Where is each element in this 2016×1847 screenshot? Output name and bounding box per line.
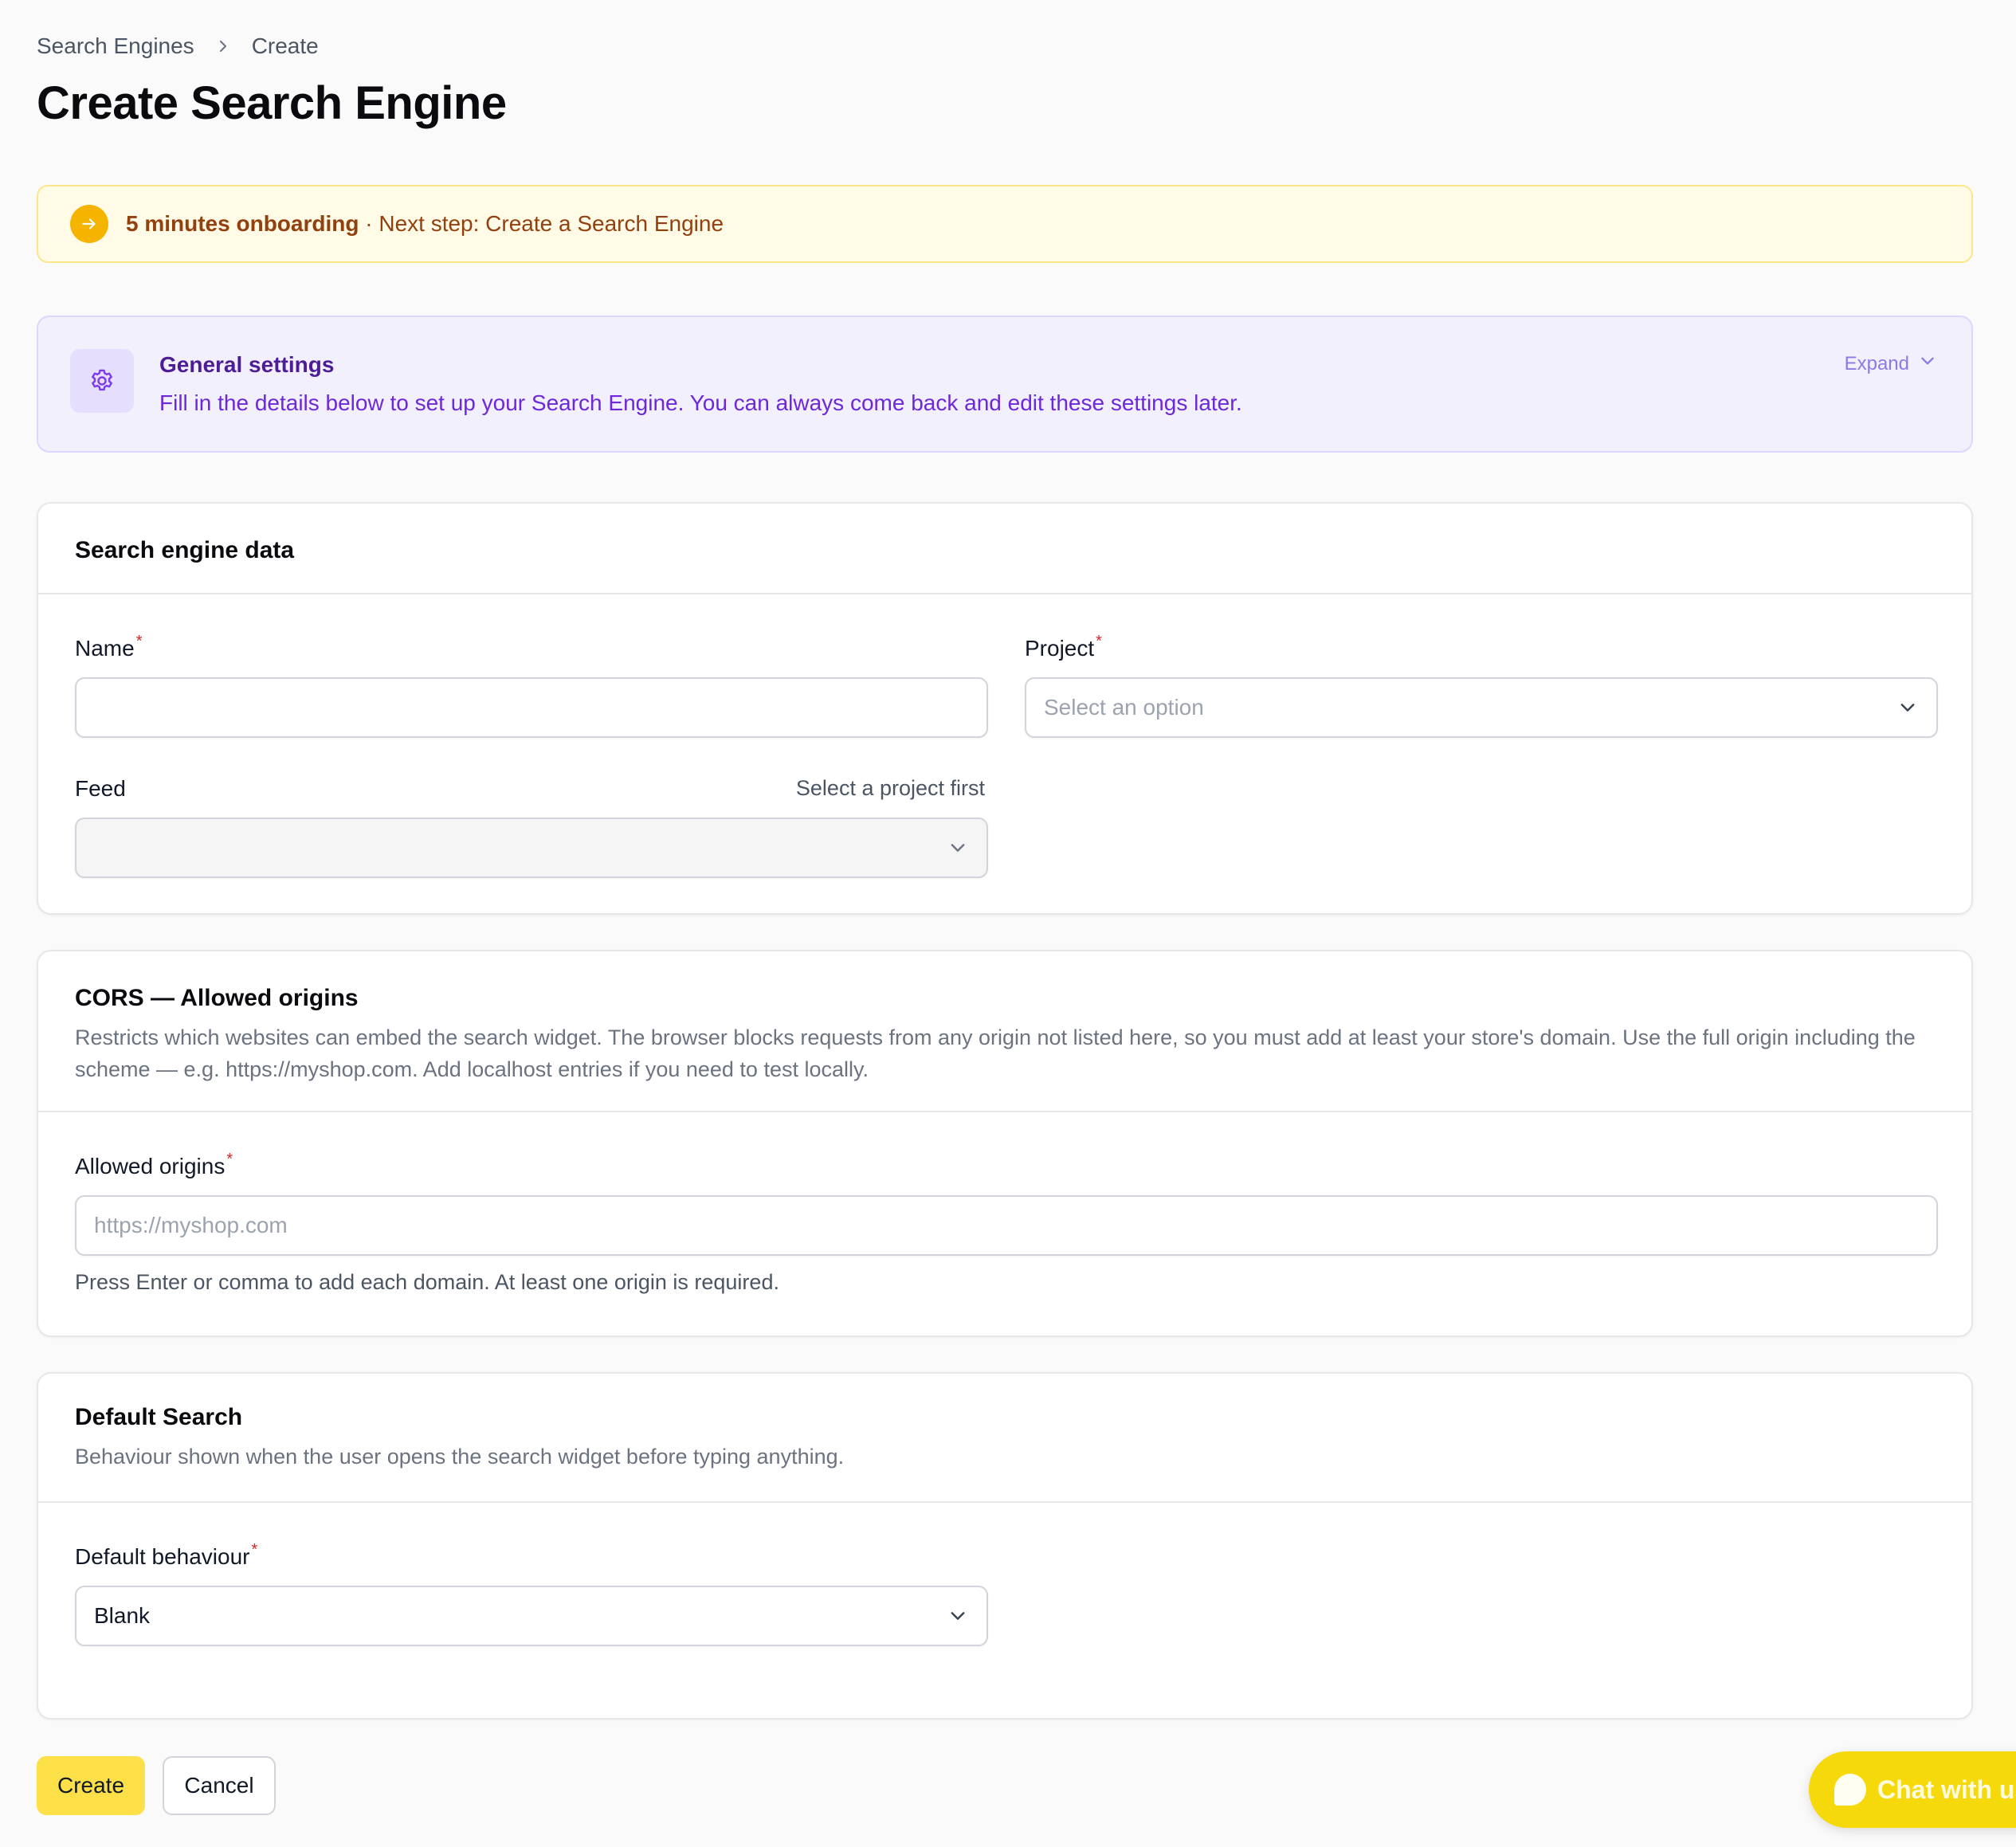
chevron-down-icon <box>948 1606 967 1625</box>
general-settings-description: Fill in the details below to set up your… <box>159 390 1242 415</box>
required-mark: * <box>251 1541 258 1559</box>
card-divider <box>38 1501 1971 1503</box>
create-button[interactable]: Create <box>37 1756 145 1815</box>
chevron-down-icon <box>948 838 967 857</box>
arrow-right-icon <box>70 205 108 243</box>
allowed-origins-label: Allowed origins * <box>75 1151 233 1179</box>
allowed-origins-help: Press Enter or comma to add each domain.… <box>75 1270 779 1294</box>
breadcrumb-search-engines[interactable]: Search Engines <box>37 33 194 59</box>
default-search-title: Default Search <box>75 1404 243 1430</box>
onboarding-next-step: · Next step: Create a Search Engine <box>359 211 724 236</box>
required-mark: * <box>226 1151 233 1168</box>
project-select-placeholder: Select an option <box>1044 695 1204 720</box>
breadcrumb-create: Create <box>251 33 319 58</box>
cors-description: Restricts which websites can embed the s… <box>75 1025 1916 1081</box>
name-input[interactable] <box>75 677 988 738</box>
chevron-down-icon <box>1919 352 1936 375</box>
name-label-text: Name <box>75 636 135 661</box>
project-label: Project * <box>1025 633 1102 661</box>
allowed-origins-placeholder: https://myshop.com <box>94 1213 288 1237</box>
chevron-down-icon <box>1898 698 1917 717</box>
chat-with-us-button[interactable]: Chat with us <box>1809 1751 2016 1828</box>
allowed-origins-input[interactable]: https://myshop.com <box>75 1195 1938 1256</box>
expand-button[interactable]: Expand <box>1845 352 1936 375</box>
chat-bubble-icon <box>1834 1774 1866 1806</box>
cors-title: CORS — Allowed origins <box>75 985 359 1011</box>
chat-label: Chat with us <box>1877 1774 2016 1804</box>
cors-card: CORS — Allowed origins Restricts which w… <box>37 950 1973 1337</box>
project-label-text: Project <box>1025 636 1095 661</box>
gear-icon <box>70 349 134 413</box>
name-label: Name * <box>75 633 143 661</box>
chevron-right-icon <box>215 38 231 54</box>
required-mark: * <box>135 633 143 650</box>
cancel-button[interactable]: Cancel <box>163 1756 276 1815</box>
page-title: Create Search Engine <box>37 77 507 129</box>
general-settings-title: General settings <box>159 352 335 377</box>
feed-hint: Select a project first <box>795 776 985 800</box>
default-behaviour-value: Blank <box>94 1603 151 1628</box>
feed-select[interactable] <box>75 818 988 878</box>
required-mark: * <box>1096 633 1102 650</box>
onboarding-title: 5 minutes onboarding <box>126 211 359 236</box>
project-select[interactable]: Select an option <box>1025 677 1938 738</box>
search-engine-data-card: Search engine data Name * Project * Select… <box>37 502 1973 915</box>
onboarding-banner[interactable]: 5 minutes onboarding · Next step: Create… <box>37 185 1973 263</box>
card-divider <box>38 593 1971 594</box>
default-behaviour-select[interactable]: Blank <box>75 1586 988 1646</box>
allowed-origins-label-text: Allowed origins <box>75 1154 226 1178</box>
default-search-description: Behaviour shown when the user opens the … <box>75 1445 845 1469</box>
default-behaviour-label-text: Default behaviour <box>75 1544 250 1569</box>
default-search-card: Default Search Behaviour shown when the … <box>37 1372 1973 1720</box>
card-divider <box>38 1111 1971 1112</box>
feed-label: Feed <box>75 776 126 801</box>
default-behaviour-label: Default behaviour * <box>75 1541 258 1570</box>
breadcrumb: Search Engines Create <box>37 33 319 59</box>
expand-label: Expand <box>1844 352 1909 374</box>
search-engine-data-title: Search engine data <box>75 537 295 563</box>
general-settings-panel: General settings Fill in the details bel… <box>37 316 1973 453</box>
